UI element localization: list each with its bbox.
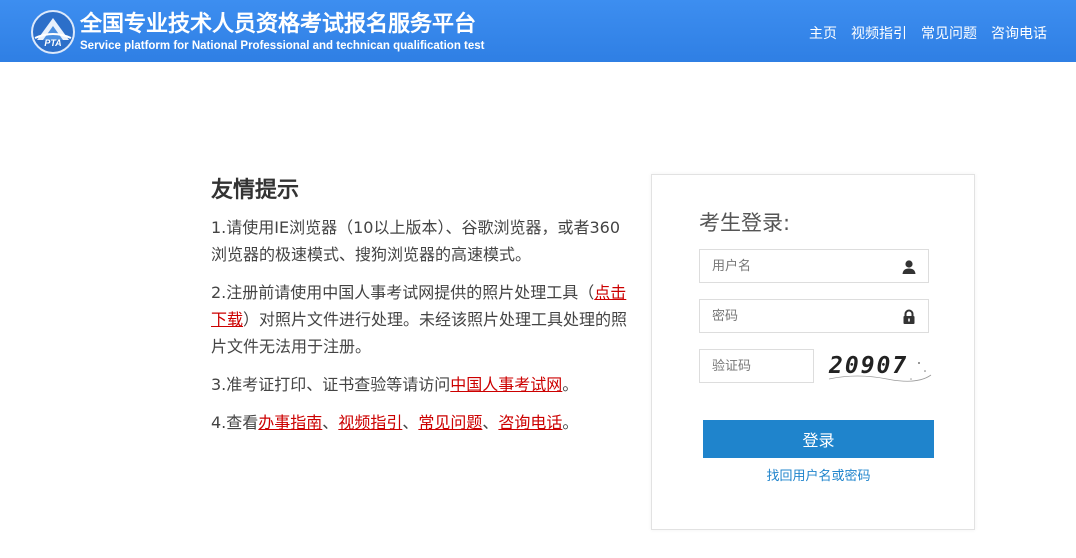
- password-field: [699, 299, 929, 333]
- notice-panel: 友情提示 1.请使用IE浏览器（10以上版本）、谷歌浏览器，或者360浏览器的极…: [211, 172, 631, 447]
- separator: 、: [482, 413, 499, 432]
- separator: 、: [322, 413, 339, 432]
- notice-item-4-pre: 4.查看: [211, 413, 259, 432]
- nav-faq[interactable]: 常见问题: [921, 23, 977, 43]
- user-icon: [901, 259, 917, 275]
- username-field: [699, 249, 929, 283]
- username-input[interactable]: [700, 250, 892, 282]
- captcha-input[interactable]: [700, 350, 812, 382]
- notice-item-4-post: 。: [562, 413, 579, 432]
- notice-item-2-pre: 2.注册前请使用中国人事考试网提供的照片处理工具（: [211, 283, 595, 302]
- logo-text: PTA: [44, 38, 61, 48]
- separator: 、: [402, 413, 419, 432]
- notice-item-3-post: 。: [562, 375, 579, 394]
- site-title: 全国专业技术人员资格考试报名服务平台: [80, 12, 477, 37]
- guide-link[interactable]: 办事指南: [258, 413, 322, 432]
- video-guide-link[interactable]: 视频指引: [338, 413, 402, 432]
- login-button[interactable]: 登录: [703, 420, 934, 458]
- notice-item-3-pre: 3.准考证打印、证书查验等请访问: [211, 375, 451, 394]
- logo-icon[interactable]: PTA: [31, 10, 75, 54]
- password-input[interactable]: [700, 300, 892, 332]
- notice-item-1: 1.请使用IE浏览器（10以上版本）、谷歌浏览器，或者360浏览器的极速模式、搜…: [211, 218, 620, 264]
- captcha-image[interactable]: 20907: [827, 349, 933, 389]
- login-title: 考生登录:: [699, 211, 791, 235]
- notice-item-4: 4.查看办事指南、视频指引、常见问题、咨询电话。: [211, 409, 631, 436]
- captcha-code: 20907: [829, 353, 909, 379]
- faq-link[interactable]: 常见问题: [418, 413, 482, 432]
- header-bar: PTA 全国专业技术人员资格考试报名服务平台 Service platform …: [0, 0, 1076, 62]
- recover-account-link[interactable]: 找回用户名或密码: [703, 465, 934, 484]
- notice-item-2: 2.注册前请使用中国人事考试网提供的照片处理工具（点击下载）对照片文件进行处理。…: [211, 279, 631, 360]
- top-nav: 主页 视频指引 常见问题 咨询电话: [795, 23, 1047, 43]
- nav-home[interactable]: 主页: [809, 23, 837, 43]
- nav-video-guide[interactable]: 视频指引: [851, 23, 907, 43]
- notice-title: 友情提示: [211, 178, 300, 203]
- login-panel: 考生登录: 20907 登录 找回: [651, 174, 975, 530]
- nav-hotline[interactable]: 咨询电话: [991, 23, 1047, 43]
- lock-icon: [901, 309, 917, 325]
- hotline-link[interactable]: 咨询电话: [498, 413, 562, 432]
- cpta-link[interactable]: 中国人事考试网: [450, 375, 562, 394]
- captcha-field: [699, 349, 814, 383]
- notice-item-3: 3.准考证打印、证书查验等请访问中国人事考试网。: [211, 371, 631, 398]
- site-subtitle: Service platform for National Profession…: [80, 40, 485, 52]
- notice-item-2-post: ）对照片文件进行处理。未经该照片处理工具处理的照片文件无法用于注册。: [211, 310, 628, 356]
